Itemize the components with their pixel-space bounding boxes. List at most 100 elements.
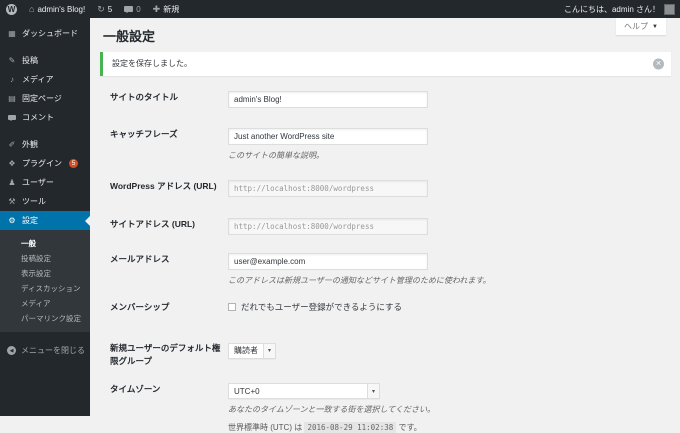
default-role-label: 新規ユーザーのデフォルト権限グループ (110, 340, 228, 367)
site-name-menu[interactable]: ⌂ admin's Blog! (23, 0, 91, 18)
collapse-menu-label: メニューを閉じる (21, 345, 85, 356)
plugins-icon: ❖ (7, 160, 17, 168)
sidebar-item-settings[interactable]: ⚙ 設定 (0, 211, 90, 230)
site-name-label: admin's Blog! (37, 5, 85, 14)
default-role-select[interactable]: 購読者 ▾ (228, 343, 276, 359)
page-title: 一般設定 (100, 18, 671, 52)
collapse-menu-button[interactable]: ◀ メニューを閉じる (0, 345, 90, 356)
sidebar-item-label: 固定ページ (22, 93, 62, 104)
admin-sidebar: ▦ ダッシュボード ✎ 投稿 ♪ メディア ▤ 固定ページ コメント ✐ 外観 … (0, 18, 90, 416)
dismiss-notice-button[interactable]: ✕ (653, 59, 664, 70)
main-content: 一般設定 設定を保存しました。 ✕ サイトのタイトル キャッチフレーズ このサイ… (90, 18, 680, 416)
updates-menu[interactable]: ↻ 5 (91, 0, 118, 18)
select-arrow-icon: ▾ (263, 344, 275, 358)
sidebar-item-label: ツール (22, 196, 46, 207)
submenu-item-reading[interactable]: 表示設定 (0, 266, 90, 281)
sidebar-item-label: メディア (22, 74, 53, 85)
posts-icon: ✎ (7, 57, 17, 65)
sidebar-item-label: 外観 (22, 139, 38, 150)
sidebar-item-media[interactable]: ♪ メディア (0, 70, 90, 89)
sidebar-item-posts[interactable]: ✎ 投稿 (0, 51, 90, 70)
chevron-down-icon: ▼ (652, 24, 658, 30)
sidebar-item-label: プラグイン (22, 158, 62, 169)
membership-row: メンバーシップ だれでもユーザー登録ができるようにする (100, 299, 671, 313)
site-title-row: サイトのタイトル (100, 89, 671, 108)
wordpress-url-label: WordPress アドレス (URL) (110, 178, 228, 197)
collapse-arrow-icon: ◀ (7, 346, 16, 355)
settings-icon: ⚙ (7, 217, 17, 225)
sidebar-item-comments[interactable]: コメント (0, 108, 90, 127)
site-url-label: サイトアドレス (URL) (110, 216, 228, 235)
dashboard-icon: ▦ (7, 30, 17, 38)
admin-bar-left: W ⌂ admin's Blog! ↻ 5 0 ✚ 新規 (0, 0, 185, 18)
sidebar-item-label: コメント (22, 112, 54, 123)
comment-count: 0 (136, 5, 140, 14)
submenu-item-permalinks[interactable]: パーマリンク設定 (0, 311, 90, 326)
timezone-value: UTC+0 (229, 384, 367, 398)
tagline-description: このサイトの簡単な説明。 (228, 150, 671, 161)
submenu-item-discussion[interactable]: ディスカッション (0, 281, 90, 296)
utc-timestamp: 2016-08-29 11:02:38 (304, 422, 396, 433)
tagline-label: キャッチフレーズ (110, 126, 228, 161)
utc-suffix: です。 (398, 423, 421, 432)
email-label: メールアドレス (110, 251, 228, 286)
sidebar-item-label: ダッシュボード (22, 28, 78, 39)
wordpress-logo-menu[interactable]: W (0, 0, 23, 18)
tagline-row: キャッチフレーズ このサイトの簡単な説明。 (100, 126, 671, 161)
admin-bar-right: こんにちは、admin さん！ (564, 4, 680, 15)
wordpress-url-input (228, 180, 428, 197)
site-url-row: サイトアドレス (URL) (100, 216, 671, 235)
select-arrow-icon: ▾ (367, 384, 379, 398)
email-description: このアドレスは新規ユーザーの通知などサイト管理のために使われます。 (228, 275, 671, 286)
membership-checkbox-label: だれでもユーザー登録ができるようにする (241, 301, 402, 313)
sidebar-item-plugins[interactable]: ❖ プラグイン 5 (0, 154, 90, 173)
pages-icon: ▤ (7, 95, 17, 103)
settings-saved-notice: 設定を保存しました。 ✕ (100, 52, 671, 76)
new-content-menu[interactable]: ✚ 新規 (147, 0, 186, 18)
utc-time-line: 世界標準時 (UTC) は 2016-08-29 11:02:38 です。 (228, 422, 671, 433)
appearance-icon: ✐ (7, 141, 17, 149)
site-title-label: サイトのタイトル (110, 89, 228, 108)
media-icon: ♪ (7, 76, 17, 84)
timezone-description: あなたのタイムゾーンと一致する街を選択してください。 (228, 404, 671, 415)
submenu-item-general[interactable]: 一般 (0, 236, 90, 251)
timezone-select[interactable]: UTC+0 ▾ (228, 383, 380, 399)
wordpress-logo-icon: W (6, 4, 17, 15)
sidebar-item-dashboard[interactable]: ▦ ダッシュボード (0, 24, 90, 43)
sidebar-item-appearance[interactable]: ✐ 外観 (0, 135, 90, 154)
email-row: メールアドレス このアドレスは新規ユーザーの通知などサイト管理のために使われます… (100, 251, 671, 286)
sidebar-item-users[interactable]: ♟ ユーザー (0, 173, 90, 192)
users-icon: ♟ (7, 179, 17, 187)
sidebar-item-label: ユーザー (22, 177, 54, 188)
plugin-update-badge: 5 (69, 159, 78, 168)
user-avatar[interactable] (664, 4, 675, 15)
help-tab[interactable]: ヘルプ ▼ (616, 18, 666, 35)
membership-checkbox[interactable] (228, 303, 236, 311)
comments-menu[interactable]: 0 (118, 0, 146, 18)
home-icon: ⌂ (29, 5, 34, 14)
default-role-value: 購読者 (229, 344, 263, 358)
comments-icon (7, 114, 17, 122)
submenu-item-media[interactable]: メディア (0, 296, 90, 311)
help-label: ヘルプ (624, 21, 648, 32)
plus-icon: ✚ (153, 5, 161, 14)
notice-text: 設定を保存しました。 (112, 59, 192, 68)
wordpress-url-row: WordPress アドレス (URL) (100, 178, 671, 197)
menu-separator (0, 127, 90, 135)
email-input[interactable] (228, 253, 428, 270)
tools-icon: ⚒ (7, 198, 17, 206)
howdy-greeting[interactable]: こんにちは、admin さん！ (564, 4, 660, 15)
default-role-row: 新規ユーザーのデフォルト権限グループ 購読者 ▾ (100, 340, 671, 367)
site-title-input[interactable] (228, 91, 428, 108)
submenu-item-writing[interactable]: 投稿設定 (0, 251, 90, 266)
sidebar-item-label: 設定 (22, 215, 38, 226)
tagline-input[interactable] (228, 128, 428, 145)
membership-label: メンバーシップ (110, 299, 228, 313)
sidebar-item-tools[interactable]: ⚒ ツール (0, 192, 90, 211)
sidebar-item-label: 投稿 (22, 55, 38, 66)
sidebar-item-pages[interactable]: ▤ 固定ページ (0, 89, 90, 108)
settings-submenu: 一般 投稿設定 表示設定 ディスカッション メディア パーマリンク設定 (0, 230, 90, 332)
update-count: 5 (108, 5, 112, 14)
admin-bar: W ⌂ admin's Blog! ↻ 5 0 ✚ 新規 こんにちは、admin… (0, 0, 680, 18)
new-label: 新規 (163, 4, 179, 15)
